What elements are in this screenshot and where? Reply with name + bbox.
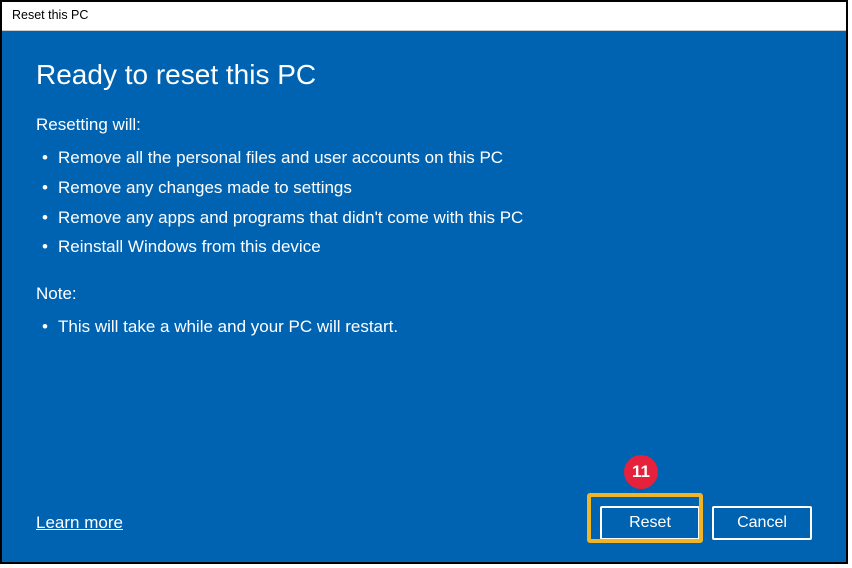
- dialog-footer: Learn more Reset Cancel: [36, 506, 812, 540]
- list-item: Reinstall Windows from this device: [36, 232, 812, 262]
- button-row: Reset Cancel: [600, 506, 812, 540]
- list-item: Remove any apps and programs that didn't…: [36, 203, 812, 233]
- learn-more-link[interactable]: Learn more: [36, 513, 123, 533]
- reset-pc-dialog: Reset this PC Ready to reset this PC Res…: [0, 0, 848, 564]
- list-item: This will take a while and your PC will …: [36, 312, 812, 342]
- list-item: Remove all the personal files and user a…: [36, 143, 812, 173]
- list-item: Remove any changes made to settings: [36, 173, 812, 203]
- window-title: Reset this PC: [2, 2, 846, 31]
- note-label: Note:: [36, 284, 812, 304]
- dialog-content: Ready to reset this PC Resetting will: R…: [2, 31, 846, 562]
- page-title: Ready to reset this PC: [36, 59, 812, 91]
- resetting-list: Remove all the personal files and user a…: [36, 143, 812, 262]
- resetting-label: Resetting will:: [36, 115, 812, 135]
- note-list: This will take a while and your PC will …: [36, 312, 812, 342]
- cancel-button[interactable]: Cancel: [712, 506, 812, 540]
- reset-button[interactable]: Reset: [600, 506, 700, 540]
